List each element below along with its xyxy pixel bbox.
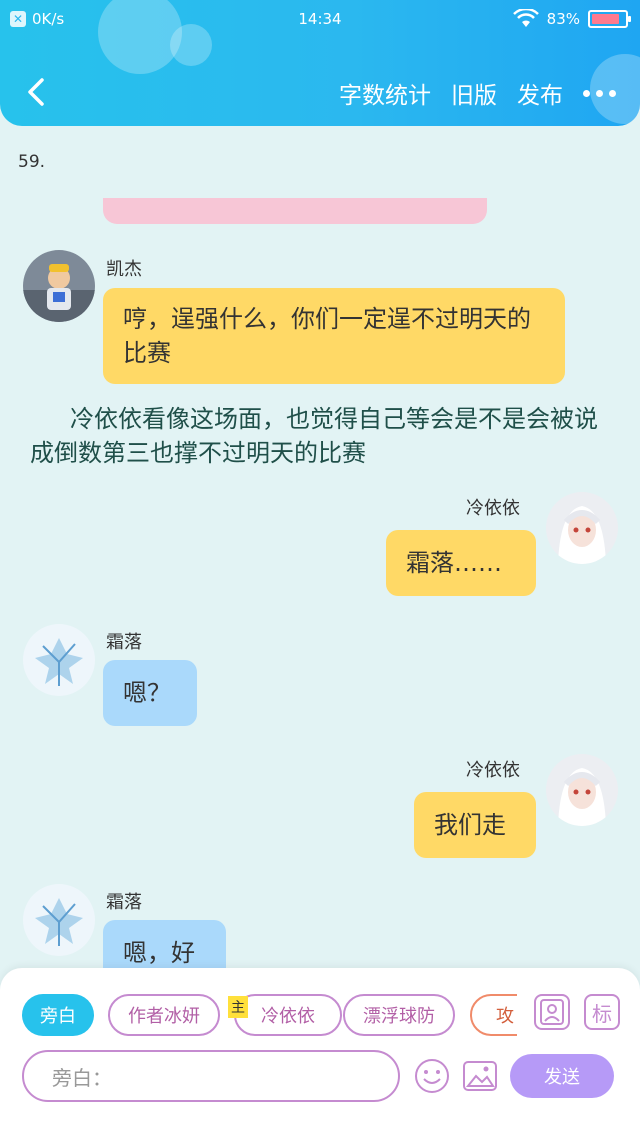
role-chip-author[interactable]: 作者冰妍 xyxy=(108,994,220,1036)
previous-message-bubble xyxy=(103,198,487,224)
speaker-name: 霜落 xyxy=(106,892,142,913)
status-bar: ✕ 0K/s 14:34 83% xyxy=(0,0,640,40)
avatar[interactable] xyxy=(23,884,95,956)
role-chip-narrator[interactable]: 旁白 xyxy=(22,994,94,1036)
role-chip-gong[interactable]: 攻 xyxy=(470,994,517,1036)
avatar[interactable] xyxy=(546,754,618,826)
narration-text: 冷依依看像这场面，也觉得自己等会是不是会被说成倒数第三也撑不过明天的比赛 xyxy=(30,405,598,467)
chapter-number: 59. xyxy=(18,152,46,172)
image-icon[interactable] xyxy=(462,1058,498,1094)
wifi-icon xyxy=(512,9,539,27)
speaker-name: 凯杰 xyxy=(106,259,142,280)
chat-bubble: 哼，逞强什么，你们一定逞不过明天的比赛 xyxy=(103,288,565,384)
role-chip-piaofu[interactable]: 漂浮球防 xyxy=(343,994,455,1036)
word-count-button[interactable]: 字数统计 xyxy=(339,76,431,110)
nav-bar: 字数统计 旧版 发布 xyxy=(0,62,640,122)
old-version-button[interactable]: 旧版 xyxy=(451,76,497,110)
speaker-name: 冷依依 xyxy=(466,498,520,519)
speaker-name: 霜落 xyxy=(106,632,142,653)
message-input[interactable]: 旁白： xyxy=(22,1050,400,1102)
chat-bubble: 霜落…… xyxy=(386,530,536,596)
character-card-icon[interactable] xyxy=(534,994,570,1030)
battery-icon xyxy=(588,10,631,28)
avatar[interactable] xyxy=(23,250,95,322)
emoji-icon[interactable] xyxy=(414,1058,450,1094)
role-selector: 旁白 作者冰妍 冷依依 漂浮球防 攻 xyxy=(22,994,517,1038)
avatar[interactable] xyxy=(23,624,95,696)
tag-button[interactable]: 标 xyxy=(584,994,620,1030)
chat-bubble: 嗯？ xyxy=(103,660,197,726)
send-button[interactable]: 发送 xyxy=(510,1054,614,1098)
speaker-name: 冷依依 xyxy=(466,760,520,781)
avatar[interactable] xyxy=(546,492,618,564)
main-role-badge: 主 xyxy=(228,996,248,1018)
back-arrow-icon[interactable] xyxy=(22,76,54,108)
publish-button[interactable]: 发布 xyxy=(517,76,563,110)
role-chip-lengyiyi[interactable]: 冷依依 xyxy=(234,994,342,1036)
more-options-icon[interactable] xyxy=(583,89,616,97)
chat-bubble: 我们走 xyxy=(414,792,536,858)
battery-percent: 83% xyxy=(546,10,580,28)
top-header: ✕ 0K/s 14:34 83% 字数统计 旧版 发布 xyxy=(0,0,640,126)
